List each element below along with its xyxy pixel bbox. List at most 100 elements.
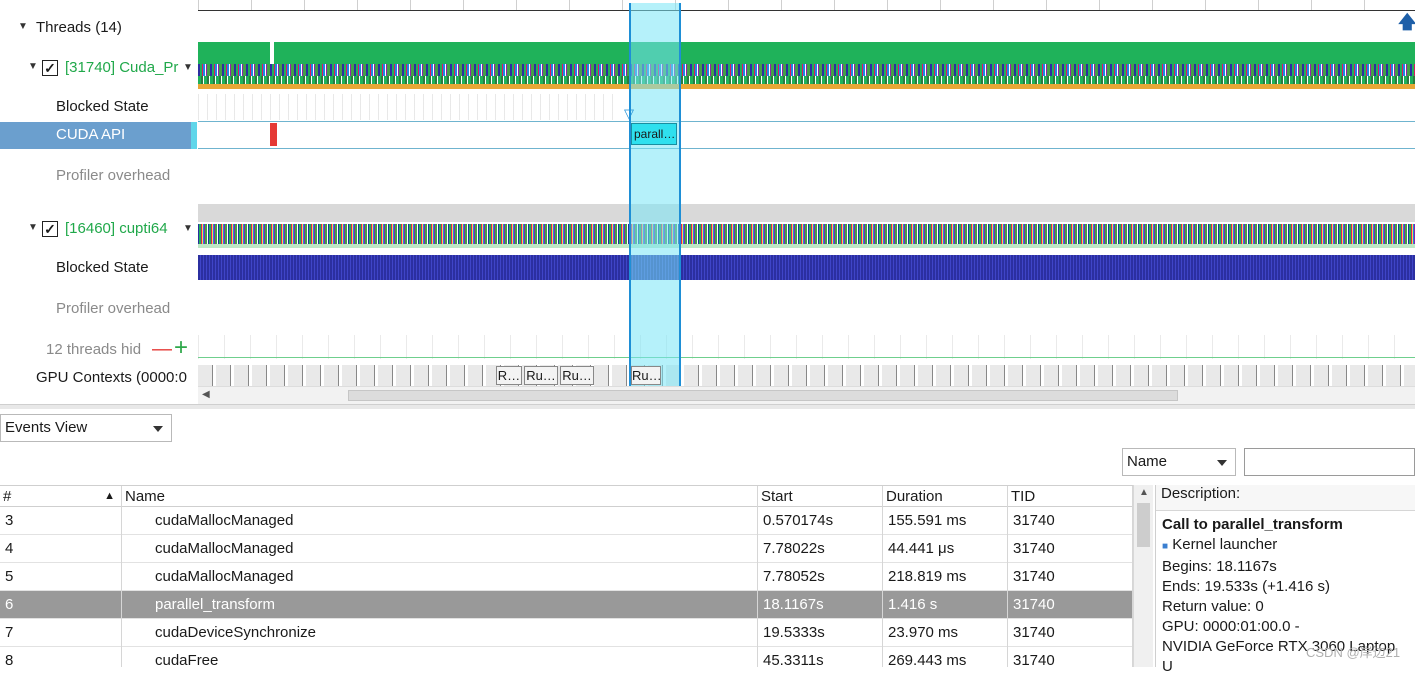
table-header: # ▲ Name Start Duration TID — [0, 485, 1133, 508]
description-kind: ■ Kernel launcher — [1162, 535, 1415, 557]
row-label: Blocked State — [56, 259, 149, 276]
selected-call-block[interactable]: parall… — [631, 123, 677, 145]
cuda-api-marker[interactable] — [270, 123, 277, 146]
cell-tid: 31740 — [1008, 563, 1133, 591]
events-vertical-scrollbar[interactable]: ▲ — [1133, 485, 1153, 667]
thread1-orange-lane[interactable] — [198, 84, 1415, 89]
thread-16460[interactable]: ▼ ✓ [16460] cupti64 ▼ — [0, 218, 197, 240]
scroll-up-icon[interactable]: ▲ — [1139, 487, 1149, 498]
gpu-chip[interactable]: Ru… — [631, 366, 662, 385]
col-number[interactable]: # ▲ — [0, 486, 122, 508]
sort-select-value: Name — [1127, 453, 1168, 470]
cell-name: cudaDeviceSynchronize — [122, 619, 758, 647]
timeline-canvas[interactable]: 🡅 R… Ru… Ru… ▽ parall… Ru… — [198, 0, 1415, 386]
scroll-thumb[interactable] — [1137, 503, 1150, 547]
sort-select[interactable]: Name — [1122, 448, 1236, 476]
row-label: Blocked State — [56, 98, 149, 115]
thread-label: [16460] cupti64 — [65, 220, 168, 237]
thread-checkbox[interactable]: ✓ — [42, 60, 58, 76]
table-row[interactable]: 5 cudaMallocManaged 7.78052s 218.819 ms 3174… — [0, 563, 1133, 591]
threads-group[interactable]: ▼ Threads (14) — [0, 17, 197, 39]
scroll-thumb[interactable] — [348, 390, 1178, 401]
kind-label: Kernel launcher — [1172, 536, 1278, 553]
description-return: Return value: 0 — [1162, 598, 1264, 615]
collapse-arrow-icon[interactable]: ▼ — [28, 61, 38, 72]
cell-name: cudaMallocManaged — [122, 507, 758, 535]
cell-start: 18.1167s — [758, 591, 883, 619]
gpu-chip[interactable]: Ru… — [560, 366, 594, 385]
remove-icon[interactable]: — — [152, 339, 172, 359]
lane-gap — [270, 42, 274, 64]
description-panel: Description: Call to parallel_transform … — [1155, 485, 1415, 675]
cell-num: 5 — [0, 563, 122, 591]
row-indicator — [191, 122, 197, 149]
cell-num: 4 — [0, 535, 122, 563]
cell-name: parallel_transform — [122, 591, 758, 619]
table-row[interactable]: 3 cudaMallocManaged 0.570174s 155.591 ms 317… — [0, 507, 1133, 535]
thread2-blocked-lane[interactable] — [198, 255, 1415, 280]
cell-tid: 31740 — [1008, 619, 1133, 647]
col-duration[interactable]: Duration — [883, 486, 1008, 508]
cell-tid: 31740 — [1008, 591, 1133, 619]
scroll-up-icon[interactable]: 🡅 — [1398, 10, 1415, 40]
ruler-line — [198, 10, 1415, 11]
hidden-threads-lane — [198, 335, 1415, 359]
description-title: Call to parallel_transform — [1162, 516, 1343, 533]
cuda-api-top — [198, 121, 1415, 122]
row-cuda-api[interactable]: CUDA API — [0, 122, 197, 149]
col-start[interactable]: Start — [758, 486, 883, 508]
gpu-chip[interactable]: Ru… — [524, 366, 558, 385]
view-select[interactable]: Events View — [0, 414, 172, 442]
row-label: Profiler overhead — [56, 300, 171, 317]
row-profiler-overhead[interactable]: Profiler overhead — [0, 165, 197, 187]
col-name[interactable]: Name — [122, 486, 758, 508]
thread1-activity-lane[interactable] — [198, 42, 1415, 64]
timeline-horizontal-scrollbar[interactable]: ◀ — [198, 386, 1415, 404]
col-tid[interactable]: TID — [1008, 486, 1133, 508]
view-select-value: Events View — [5, 419, 88, 436]
thread1-event-strip[interactable] — [198, 64, 1415, 76]
thread2-event-strip[interactable] — [198, 224, 1415, 244]
scroll-left-icon[interactable]: ◀ — [202, 389, 210, 400]
collapse-arrow-icon[interactable]: ▼ — [28, 222, 38, 233]
cuda-api-bottom — [198, 148, 1415, 149]
table-row[interactable]: 6 parallel_transform 18.1167s 1.416 s 31740 — [0, 591, 1133, 619]
chevron-down-icon — [1217, 460, 1227, 466]
row-blocked-state[interactable]: Blocked State — [0, 96, 197, 118]
add-icon[interactable]: + — [174, 339, 188, 360]
cell-tid: 31740 — [1008, 647, 1133, 667]
cell-name: cudaFree — [122, 647, 758, 667]
threads-label: Threads (14) — [36, 19, 122, 36]
description-header: Description: — [1156, 485, 1415, 511]
gpu-chip[interactable]: R… — [496, 366, 522, 385]
pane-splitter[interactable] — [0, 404, 1415, 409]
thread-menu-icon[interactable]: ▼ — [183, 223, 193, 234]
gpu-contexts[interactable]: GPU Contexts (0000:0 — [0, 367, 197, 387]
collapse-arrow-icon[interactable]: ▼ — [18, 21, 28, 32]
description-gpu: GPU: 0000:01:00.0 - — [1162, 618, 1300, 635]
cell-duration: 269.443 ms — [883, 647, 1008, 667]
row-profiler-overhead-2[interactable]: Profiler overhead — [0, 298, 197, 320]
cell-duration: 44.441 μs — [883, 535, 1008, 563]
cell-name: cudaMallocManaged — [122, 535, 758, 563]
thread-menu-icon[interactable]: ▼ — [183, 62, 193, 73]
table-row[interactable]: 7 cudaDeviceSynchronize 19.5333s 23.970 ms 3… — [0, 619, 1133, 647]
time-ruler[interactable] — [198, 0, 1415, 10]
cell-name: cudaMallocManaged — [122, 563, 758, 591]
cell-tid: 31740 — [1008, 507, 1133, 535]
table-row[interactable]: 4 cudaMallocManaged 7.78022s 44.441 μs 31740 — [0, 535, 1133, 563]
gpu-contexts-lane[interactable] — [198, 365, 1415, 386]
thread1-event-strip-2[interactable] — [198, 76, 1415, 84]
cell-start: 7.78052s — [758, 563, 883, 591]
thread-label: [31740] Cuda_Pr — [65, 59, 179, 76]
cell-duration: 155.591 ms — [883, 507, 1008, 535]
chevron-down-icon — [153, 426, 163, 432]
row-blocked-state-2[interactable]: Blocked State — [0, 257, 197, 279]
blocked-state-marks — [198, 94, 618, 120]
table-row[interactable]: 8 cudaFree 45.3311s 269.443 ms 31740 — [0, 647, 1133, 667]
selection-highlight[interactable] — [629, 3, 681, 386]
filter-input[interactable] — [1244, 448, 1415, 476]
thread-checkbox[interactable]: ✓ — [42, 221, 58, 237]
thread-31740[interactable]: ▼ ✓ [31740] Cuda_Pr ▼ — [0, 57, 197, 79]
cell-start: 45.3311s — [758, 647, 883, 667]
